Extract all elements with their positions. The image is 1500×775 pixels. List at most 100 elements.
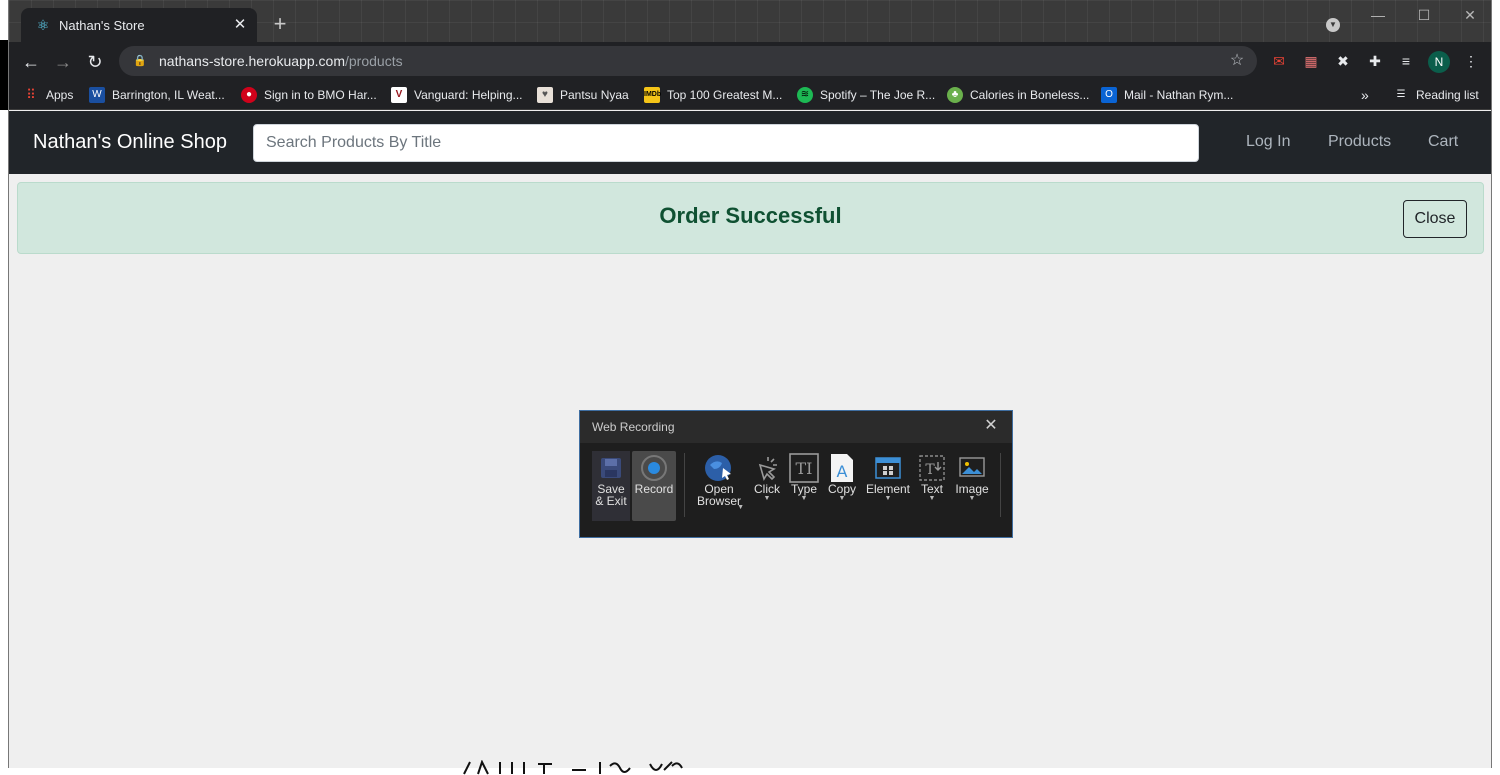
bookmark-label: Top 100 Greatest M... <box>667 88 783 102</box>
tool-label: Image <box>955 482 989 496</box>
bookmark-spotify[interactable]: ≋ Spotify – The Joe R... <box>797 85 935 105</box>
tab-strip: ⚛ Nathan's Store ✕ + ▼ — ☐ ✕ <box>9 0 1491 42</box>
record-icon <box>639 453 669 483</box>
reading-list-button[interactable]: ☰ Reading list <box>1393 85 1479 105</box>
tool-label: Copy <box>827 482 856 496</box>
maximize-icon[interactable]: ☐ <box>1413 4 1435 26</box>
reload-icon[interactable]: ↻ <box>83 50 107 74</box>
dropdown-caret-icon[interactable]: ▼ <box>952 495 992 503</box>
bookmark-imdb[interactable]: IMDb Top 100 Greatest M... <box>644 85 782 105</box>
alert-message: Order Successful <box>659 203 842 228</box>
apps-grid-icon: ⠿ <box>26 87 36 102</box>
record-button[interactable]: Record <box>632 451 676 521</box>
bookmark-calories[interactable]: ♣ Calories in Boneless... <box>947 85 1089 105</box>
spotify-icon: ≋ <box>797 87 813 103</box>
bookmark-weather[interactable]: W Barrington, IL Weat... <box>89 85 225 105</box>
bookmark-bmo[interactable]: ● Sign in to BMO Har... <box>241 85 377 105</box>
bookmark-pantsu[interactable]: ♥ Pantsu Nyaa <box>537 85 629 105</box>
tab-close-icon[interactable]: ✕ <box>231 16 249 34</box>
nav-products-link[interactable]: Products <box>1328 133 1391 151</box>
tab-title: Nathan's Store <box>59 17 145 33</box>
bookmark-label: Barrington, IL Weat... <box>112 88 225 102</box>
lock-icon: 🔒 <box>133 55 147 67</box>
dropdown-caret-icon[interactable]: ▼ <box>737 504 744 512</box>
text-button[interactable]: T Text ▼ <box>916 451 948 521</box>
bookmark-star-icon[interactable]: ☆ <box>1227 51 1247 71</box>
back-arrow-icon[interactable]: ← <box>19 50 43 74</box>
reading-list-label: Reading list <box>1416 88 1479 102</box>
tool-label: Record <box>634 482 674 496</box>
background-window-edge <box>0 40 8 110</box>
forward-arrow-icon[interactable]: → <box>51 50 75 74</box>
bookmark-label: Pantsu Nyaa <box>560 88 629 102</box>
toolbar-separator <box>1000 453 1001 517</box>
address-bar[interactable]: 🔒 nathans-store.herokuapp.com/products ☆ <box>119 46 1257 76</box>
x-extension-icon[interactable]: ✖ <box>1333 51 1353 71</box>
nav-login-link[interactable]: Log In <box>1246 133 1290 151</box>
dropdown-caret-icon[interactable]: ▼ <box>750 495 784 503</box>
recorder-close-icon[interactable]: ✕ <box>982 417 1000 435</box>
svg-text:T: T <box>925 462 935 478</box>
dropdown-caret-icon[interactable]: ▼ <box>786 495 822 503</box>
type-text-icon: TI <box>789 453 819 483</box>
dropdown-caret-icon[interactable]: ▼ <box>864 495 912 503</box>
image-picture-icon <box>957 453 987 483</box>
save-disk-icon <box>596 453 626 483</box>
browser-tab[interactable]: ⚛ Nathan's Store ✕ <box>21 8 257 42</box>
calendar-extension-icon[interactable]: ▦ <box>1301 51 1321 71</box>
bookmark-label: Mail - Nathan Rym... <box>1124 88 1234 102</box>
bookmarks-overflow-button[interactable]: » <box>1361 85 1369 105</box>
dropdown-caret-icon[interactable]: ▼ <box>824 495 860 503</box>
calories-icon: ♣ <box>947 87 963 103</box>
recorder-header[interactable]: Web Recording ✕ <box>580 411 1012 443</box>
nav-cart-link[interactable]: Cart <box>1428 133 1458 151</box>
puzzle-extensions-icon[interactable]: ✚ <box>1365 51 1385 71</box>
gmail-extension-icon[interactable]: ✉ <box>1269 51 1289 71</box>
bmo-icon: ● <box>241 87 257 103</box>
svg-text:A: A <box>837 462 848 481</box>
profile-avatar[interactable]: N <box>1428 51 1450 73</box>
bookmark-vanguard[interactable]: V Vanguard: Helping... <box>391 85 523 105</box>
site-brand[interactable]: Nathan's Online Shop <box>33 131 227 154</box>
product-search-input[interactable] <box>253 124 1199 162</box>
react-atom-icon: ⚛ <box>36 17 50 33</box>
type-button[interactable]: TI Type ▼ <box>786 451 822 521</box>
bookmark-apps[interactable]: ⠿ Apps <box>23 85 73 105</box>
background-sketch <box>463 760 683 775</box>
element-window-icon <box>873 453 903 483</box>
reading-list-icon: ☰ <box>1396 89 1406 100</box>
alert-close-button[interactable]: Close <box>1403 200 1467 238</box>
web-recording-panel: Web Recording ✕ Save & Exit Record Open … <box>579 410 1013 538</box>
browser-window: ⚛ Nathan's Store ✕ + ▼ — ☐ ✕ ← → ↻ 🔒 nat… <box>8 0 1492 768</box>
minimize-icon[interactable]: — <box>1367 4 1389 26</box>
bookmark-label: Apps <box>46 88 74 102</box>
vanguard-icon: V <box>391 87 407 103</box>
tab-search-icon[interactable]: ▼ <box>1326 18 1340 32</box>
image-button[interactable]: Image ▼ <box>952 451 992 521</box>
save-exit-button[interactable]: Save & Exit <box>592 451 630 521</box>
click-pointer-icon <box>752 453 782 483</box>
bookmark-label: Calories in Boneless... <box>970 88 1090 102</box>
window-close-icon[interactable]: ✕ <box>1459 4 1481 26</box>
more-menu-icon[interactable]: ⋮ <box>1461 51 1481 71</box>
media-queue-icon[interactable]: ≡ <box>1396 51 1416 71</box>
tool-label: Element <box>865 482 911 496</box>
bookmark-label: Vanguard: Helping... <box>414 88 523 102</box>
open-browser-button[interactable]: Open Browser ▼ <box>690 451 748 521</box>
text-extract-icon: T <box>917 453 947 483</box>
tool-label: Type <box>790 482 817 496</box>
url-path: /products <box>345 53 403 69</box>
outlook-icon: O <box>1101 87 1117 103</box>
dropdown-caret-icon[interactable]: ▼ <box>916 495 948 503</box>
bookmark-label: Sign in to BMO Har... <box>264 88 377 102</box>
bookmark-mail[interactable]: O Mail - Nathan Rym... <box>1101 85 1233 105</box>
order-success-alert: Order Successful Close <box>17 182 1484 254</box>
weather-channel-icon: W <box>89 87 105 103</box>
browser-toolbar: ← → ↻ 🔒 nathans-store.herokuapp.com/prod… <box>9 42 1491 80</box>
bookmarks-bar: ⠿ Apps W Barrington, IL Weat... ● Sign i… <box>9 80 1491 110</box>
new-tab-button[interactable]: + <box>269 12 291 36</box>
copy-button[interactable]: A Copy ▼ <box>824 451 860 521</box>
element-button[interactable]: Element ▼ <box>864 451 912 521</box>
click-button[interactable]: Click ▼ <box>750 451 784 521</box>
site-navbar: Nathan's Online Shop Log In Products Car… <box>9 111 1491 174</box>
